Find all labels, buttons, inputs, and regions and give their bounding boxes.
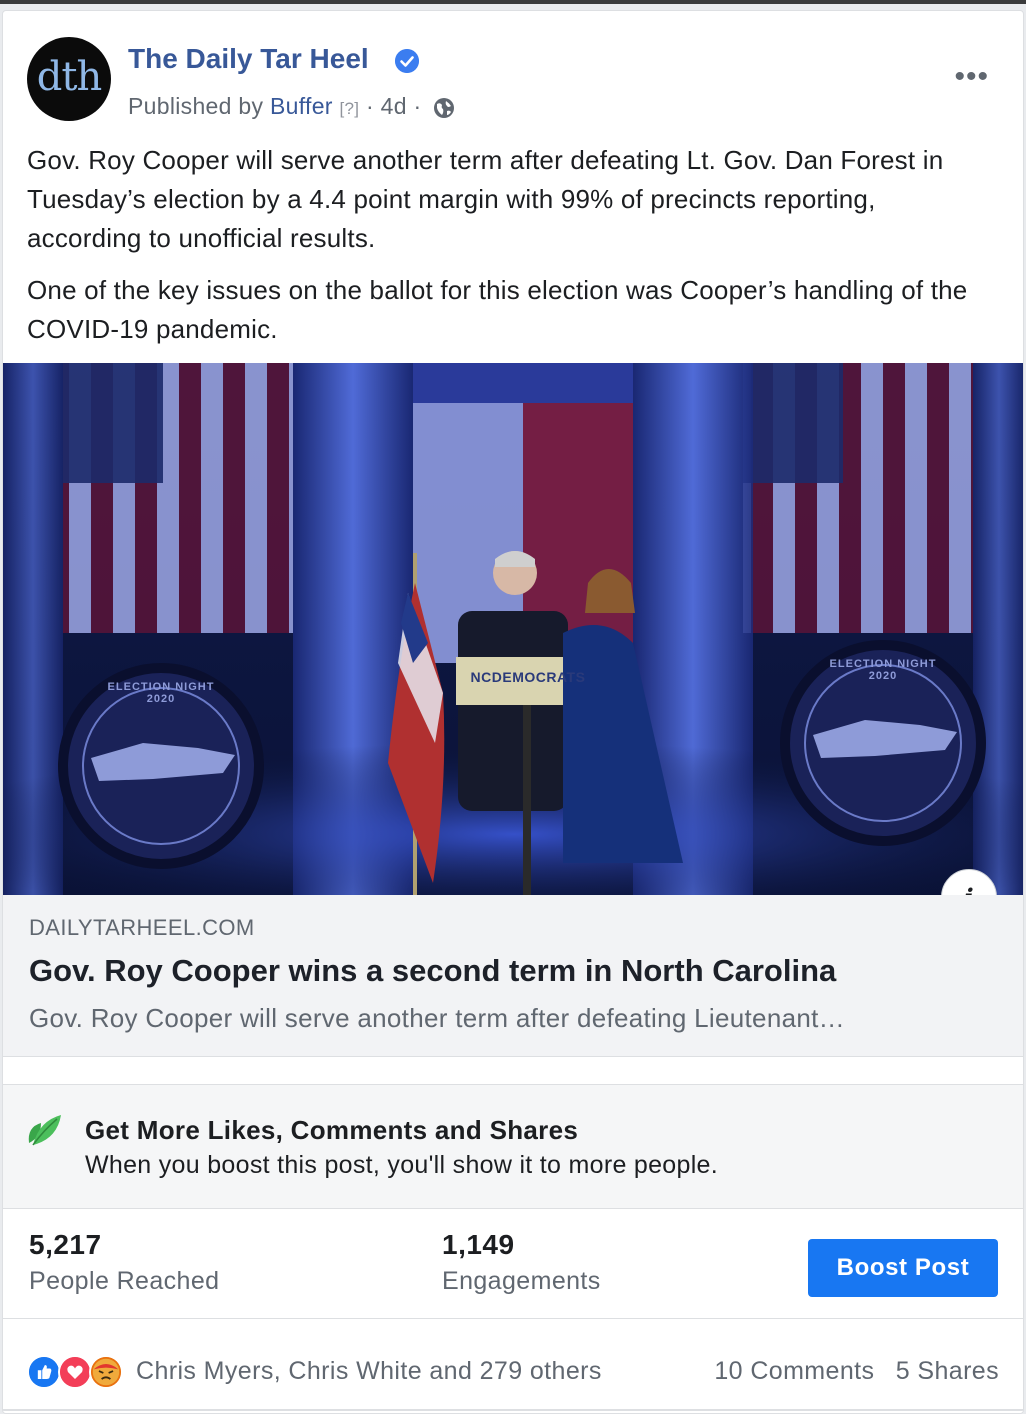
people-reached-label: People Reached	[29, 1267, 220, 1295]
angry-icon	[89, 1355, 123, 1389]
post-meta: Published by Buffer [?] · 4d ·	[128, 93, 456, 120]
post-paragraph: One of the key issues on the ballot for …	[27, 275, 968, 344]
help-marker[interactable]: [?]	[339, 99, 359, 118]
verified-badge-icon	[395, 49, 419, 73]
link-description: Gov. Roy Cooper will serve another term …	[29, 1003, 845, 1033]
boost-promo-title: Get More Likes, Comments and Shares	[85, 1115, 579, 1145]
page-name-link[interactable]: The Daily Tar Heel	[128, 43, 369, 75]
post-photo[interactable]: NCDEMOCRATS ELECTION NIGHT 2020 ELECTION…	[3, 363, 1023, 895]
link-domain: DAILYTARHEEL.COM	[29, 915, 255, 940]
engagements-label: Engagements	[442, 1267, 601, 1295]
meta-separator: ·	[413, 93, 422, 119]
meta-separator: ·	[365, 93, 374, 119]
boost-promo: Get More Likes, Comments and Shares When…	[3, 1085, 1023, 1209]
comments-count-link[interactable]: 10 Comments	[714, 1357, 874, 1385]
like-icon	[27, 1355, 61, 1389]
globe-icon[interactable]	[432, 96, 456, 120]
published-by-label: Published by	[128, 93, 264, 119]
more-options-icon[interactable]: •••	[954, 62, 989, 92]
section-divider	[3, 1057, 1023, 1085]
link-title[interactable]: Gov. Roy Cooper wins a second term in No…	[29, 953, 836, 989]
reactions-bar: Chris Myers, Chris White and 279 others …	[3, 1319, 1023, 1413]
page-avatar[interactable]: dth	[27, 37, 111, 121]
window-top-bar	[0, 0, 1026, 4]
facebook-post-card: dth The Daily Tar Heel Published by Buff…	[2, 10, 1024, 1414]
post-header: dth The Daily Tar Heel Published by Buff…	[27, 37, 1007, 127]
shares-count-link[interactable]: 5 Shares	[896, 1357, 999, 1385]
engagements-value[interactable]: 1,149	[442, 1229, 515, 1261]
boost-promo-subtitle: When you boost this post, you'll show it…	[85, 1151, 719, 1179]
love-icon	[58, 1355, 92, 1389]
engagement-counts: 10 Comments 5 Shares	[714, 1357, 999, 1386]
link-preview[interactable]: DAILYTARHEEL.COM Gov. Roy Cooper wins a …	[3, 895, 1023, 1057]
reaction-names[interactable]: Chris Myers, Chris White and 279 others	[136, 1357, 602, 1386]
leaf-icon	[28, 1115, 61, 1146]
reaction-icons[interactable]	[27, 1355, 137, 1389]
podium-sign: NCDEMOCRATS	[470, 669, 586, 685]
seal-text-right: ELECTION NIGHT 2020	[829, 658, 937, 682]
seal-text-left: ELECTION NIGHT 2020	[107, 681, 215, 705]
boost-post-button[interactable]: Boost Post	[808, 1239, 998, 1297]
photo-illustration	[3, 363, 1023, 895]
people-reached-value[interactable]: 5,217	[29, 1229, 102, 1261]
post-paragraph: Gov. Roy Cooper will serve another term …	[27, 145, 944, 253]
post-insights: 5,217 People Reached 1,149 Engagements B…	[3, 1209, 1023, 1319]
card-bottom-divider	[3, 1409, 1023, 1411]
publisher-link[interactable]: Buffer	[270, 93, 333, 119]
post-timestamp[interactable]: 4d	[381, 93, 407, 119]
post-text: Gov. Roy Cooper will serve another term …	[27, 141, 997, 362]
